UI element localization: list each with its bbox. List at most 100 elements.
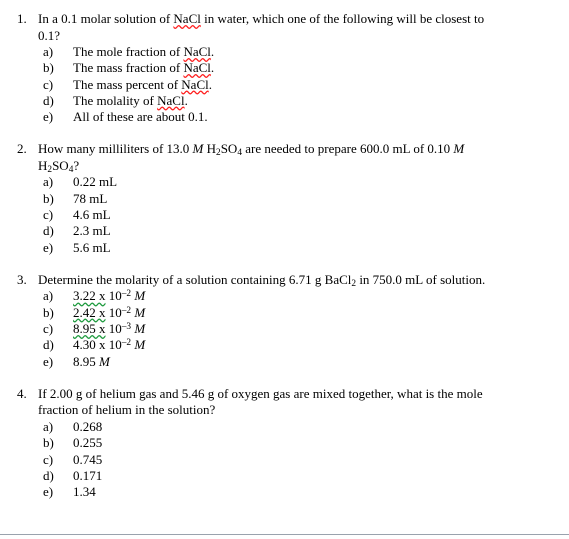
question-3-number: 3. [17, 271, 27, 287]
option-3a-unit: M [134, 288, 146, 304]
question-2-options: a) 0.22 mL b) 78 mL c) 4.6 mL d) 2.3 mL e) 5.… [0, 174, 569, 255]
q1-stem-line-2: 0.1? [38, 27, 61, 43]
option-3b-unit: M [134, 304, 146, 320]
option-3d-base: 10 [105, 337, 122, 353]
question-2-stem: 2. How many milliliters of 13.0 M H2SO4 … [0, 141, 569, 174]
option-1d-misspelled-term: NaCl [157, 92, 185, 108]
question-4: 4. If 2.00 g of helium gas and 5.46 g of… [0, 386, 569, 500]
option-3c-base: 10 [105, 321, 122, 337]
q2-stem-part-d: are needed to prepare 600.0 mL of 0.10 [242, 141, 454, 157]
option-1b-letter: b) [43, 60, 54, 76]
option-2e[interactable]: e) 5.6 mL [0, 240, 569, 256]
option-4c-letter: c) [43, 451, 54, 467]
option-1b-text: The mass fraction of [73, 60, 184, 76]
option-2e-text: 5.6 mL [73, 239, 111, 255]
option-4b-letter: b) [43, 435, 54, 451]
page-footer-rule [0, 534, 569, 535]
question-4-stem: 4. If 2.00 g of helium gas and 5.46 g of… [0, 386, 569, 419]
option-3e[interactable]: e) 8.95 M [0, 354, 569, 370]
q4-stem-line-1: If 2.00 g of helium gas and 5.46 g of ox… [38, 385, 483, 401]
option-3d-unit: M [134, 337, 146, 353]
question-3-stem-text: Determine the molarity of a solution con… [38, 272, 551, 289]
option-4c[interactable]: c) 0.745 [0, 452, 569, 468]
option-4b[interactable]: b) 0.255 [0, 435, 569, 451]
q2-molar-symbol-1: M [192, 141, 204, 157]
option-3b-exponent: –2 [121, 305, 132, 316]
option-1e-text: All of these are about 0.1. [73, 109, 208, 125]
option-3e-mantissa: 8.95 [73, 353, 96, 369]
option-3e-unit: M [99, 353, 110, 369]
option-1b-punctuation: . [210, 60, 215, 76]
question-4-options: a) 0.268 b) 0.255 c) 0.745 d) 0.171 e) 1.34 [0, 419, 569, 500]
option-4e-letter: e) [43, 484, 54, 500]
question-1-number: 1. [17, 11, 27, 26]
option-2b-letter: b) [43, 190, 54, 206]
option-1d[interactable]: d) The molality of NaCl. [0, 93, 569, 109]
option-4a-text: 0.268 [73, 418, 103, 434]
option-1e[interactable]: e) All of these are about 0.1. [0, 109, 569, 125]
option-3c[interactable]: c) 8.95 x 10–3 M [0, 321, 569, 337]
q2-stem-part-a: How many milliliters of 13.0 [38, 141, 193, 157]
q4-stem-line-2: fraction of helium in the solution? [38, 402, 216, 418]
option-2b[interactable]: b) 78 mL [0, 191, 569, 207]
option-1b[interactable]: b) The mass fraction of NaCl. [0, 60, 569, 76]
option-2d[interactable]: d) 2.3 mL [0, 223, 569, 239]
option-4d-letter: d) [43, 467, 54, 483]
q2-stem-part-b: H [203, 141, 217, 157]
q3-stem-part-b: in 750.0 mL of solution. [356, 271, 486, 287]
option-4a[interactable]: a) 0.268 [0, 419, 569, 435]
option-2e-letter: e) [43, 239, 54, 255]
option-3b-letter: b) [43, 304, 54, 320]
option-3d[interactable]: d) 4.30 x 10–2 M [0, 337, 569, 353]
option-2d-letter: d) [43, 223, 54, 239]
option-3a-base: 10 [105, 288, 122, 304]
option-4d[interactable]: d) 0.171 [0, 468, 569, 484]
option-1c[interactable]: c) The mass percent of NaCl. [0, 77, 569, 93]
option-1a-text: The mole fraction of [73, 44, 184, 59]
option-1a-misspelled-term: NaCl [183, 44, 211, 59]
option-1e-letter: e) [43, 109, 54, 125]
option-3a-exponent: –2 [121, 289, 132, 300]
option-2d-text: 2.3 mL [73, 223, 111, 239]
question-2-stem-text: How many milliliters of 13.0 M H2SO4 are… [38, 141, 551, 174]
option-1d-letter: d) [43, 92, 54, 108]
q1-stem-part-a: In a 0.1 molar solution of [38, 11, 174, 26]
option-1a-letter: a) [43, 44, 54, 59]
option-3d-mantissa: 4.30 x [73, 337, 106, 353]
question-2: 2. How many milliliters of 13.0 M H2SO4 … [0, 141, 569, 255]
question-1-stem-text: In a 0.1 molar solution of NaCl in water… [38, 11, 551, 44]
option-2c[interactable]: c) 4.6 mL [0, 207, 569, 223]
q1-stem-part-b: in water, which one of the following wil… [200, 11, 485, 26]
option-1c-misspelled-term: NaCl [181, 76, 209, 92]
question-3-options: a) 3.22 x 10–2 M b) 2.42 x 10–2 M c) 8.95 x… [0, 288, 569, 369]
question-2-number: 2. [17, 141, 27, 157]
option-3a[interactable]: a) 3.22 x 10–2 M [0, 288, 569, 304]
question-4-number: 4. [17, 385, 27, 401]
question-4-stem-text: If 2.00 g of helium gas and 5.46 g of ox… [38, 386, 551, 419]
option-3c-letter: c) [43, 321, 54, 337]
option-1d-punctuation: . [184, 92, 188, 108]
option-3c-flagged-mantissa: 8.95 x [73, 321, 106, 337]
option-3c-exponent: –3 [121, 322, 132, 333]
option-4a-letter: a) [43, 418, 54, 434]
option-3b[interactable]: b) 2.42 x 10–2 M [0, 305, 569, 321]
question-1-stem: 1. In a 0.1 molar solution of NaCl in wa… [0, 11, 569, 44]
q2-line2-question-mark: ? [73, 157, 80, 173]
option-4b-text: 0.255 [73, 435, 103, 451]
option-4e[interactable]: e) 1.34 [0, 484, 569, 500]
option-4d-text: 0.171 [73, 467, 103, 483]
option-3e-letter: e) [43, 353, 54, 369]
option-2a[interactable]: a) 0.22 mL [0, 174, 569, 190]
q2-molar-symbol-2: M [453, 141, 465, 157]
option-3a-flagged-mantissa: 3.22 x [73, 288, 106, 304]
option-1d-text: The molality of [73, 92, 158, 108]
option-4c-text: 0.745 [73, 451, 103, 467]
q3-stem-part-a: Determine the molarity of a solution con… [38, 271, 352, 287]
option-1a[interactable]: a) The mole fraction of NaCl. [0, 44, 569, 60]
option-2c-letter: c) [43, 207, 54, 223]
option-2c-text: 4.6 mL [73, 207, 111, 223]
question-1-options: a) The mole fraction of NaCl. b) The mass … [0, 44, 569, 125]
option-2a-letter: a) [43, 174, 54, 190]
option-1c-letter: c) [43, 76, 54, 92]
q1-misspelled-nacl: NaCl [173, 11, 201, 26]
